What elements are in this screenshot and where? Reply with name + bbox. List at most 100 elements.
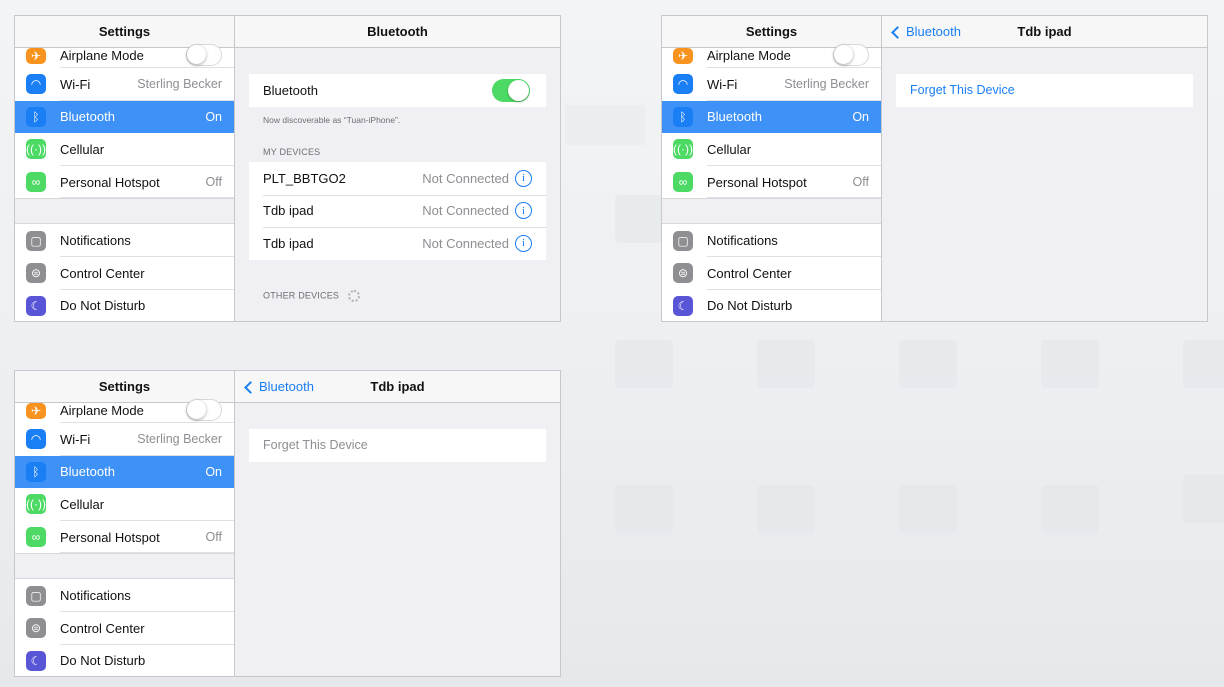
- sidebar-item-wifi[interactable]: ◠ Wi-Fi Sterling Becker: [15, 423, 234, 456]
- sidebar-item-notifications[interactable]: ▢ Notifications: [662, 224, 881, 257]
- device-row[interactable]: PLT_BBTGO2 Not Connected i: [249, 162, 546, 195]
- bluetooth-toggle[interactable]: [492, 78, 530, 102]
- background-folder: [615, 485, 673, 533]
- my-devices-header: MY DEVICES: [263, 147, 321, 157]
- moon-icon: ☾: [26, 650, 46, 671]
- sidebar-item-label: Cellular: [60, 141, 105, 157]
- cellular-icon: ((·)): [26, 139, 46, 160]
- sidebar-item-label: Control Center: [707, 265, 792, 281]
- sidebar-item-value: Off: [205, 175, 222, 190]
- forget-device-card: Forget This Device: [896, 74, 1193, 107]
- info-icon[interactable]: i: [515, 234, 532, 252]
- sidebar-item-personal-hotspot[interactable]: ∞ Personal Hotspot Off: [662, 165, 881, 199]
- airplane-mode-toggle[interactable]: [186, 399, 222, 421]
- wifi-icon: ◠: [673, 74, 693, 95]
- sidebar-item-label: Bluetooth: [60, 464, 115, 480]
- sidebar-item-cellular[interactable]: ((·)) Cellular: [662, 133, 881, 166]
- forget-device-label: Forget This Device: [910, 83, 1015, 98]
- sidebar-item-airplane-mode[interactable]: ✈ Airplane Mode: [662, 44, 881, 68]
- bluetooth-toggle-label: Bluetooth: [263, 82, 318, 98]
- back-button[interactable]: Bluetooth: [890, 16, 961, 48]
- sidebar-item-label: Personal Hotspot: [707, 174, 807, 190]
- sidebar-item-personal-hotspot[interactable]: ∞ Personal Hotspot Off: [15, 520, 234, 554]
- airplane-mode-toggle[interactable]: [833, 44, 869, 66]
- wifi-icon: ◠: [26, 74, 46, 95]
- forget-device-button[interactable]: Forget This Device: [896, 74, 1193, 107]
- sidebar-item-cellular[interactable]: ((·)) Cellular: [15, 133, 234, 166]
- sidebar-item-control-center[interactable]: ⊜ Control Center: [15, 611, 234, 645]
- my-devices-list: PLT_BBTGO2 Not Connected i Tdb ipad Not …: [249, 162, 546, 260]
- sidebar-item-label: Do Not Disturb: [707, 298, 793, 314]
- control-center-icon: ⊜: [26, 618, 46, 639]
- sidebar-section-gap: [15, 553, 234, 580]
- sidebar-item-control-center[interactable]: ⊜ Control Center: [15, 256, 234, 290]
- background-folder: [1041, 340, 1099, 388]
- notifications-icon: ▢: [26, 585, 46, 606]
- sidebar-item-label: Airplane Mode: [707, 47, 791, 63]
- sidebar-item-label: Cellular: [707, 141, 752, 157]
- sidebar-item-label: Airplane Mode: [60, 47, 144, 63]
- sidebar-item-airplane-mode[interactable]: ✈ Airplane Mode: [15, 44, 234, 68]
- cellular-icon: ((·)): [673, 139, 693, 160]
- sidebar-item-label: Bluetooth: [60, 109, 115, 125]
- sidebar-item-personal-hotspot[interactable]: ∞ Personal Hotspot Off: [15, 165, 234, 199]
- detail-navbar: Tdb ipad Bluetooth: [235, 371, 560, 403]
- chevron-left-icon: [244, 380, 257, 394]
- sidebar-section-gap: [15, 198, 234, 225]
- sidebar-item-do-not-disturb[interactable]: ☾ Do Not Disturb: [662, 289, 881, 321]
- sidebar-item-bluetooth[interactable]: ᛒ Bluetooth On: [15, 100, 234, 134]
- settings-panel-device-detail: Settings ✈ Airplane Mode ◠ Wi-Fi Sterlin…: [661, 15, 1208, 322]
- sidebar-item-label: Notifications: [60, 233, 131, 249]
- forget-device-button[interactable]: Forget This Device: [249, 429, 546, 462]
- sidebar-item-airplane-mode[interactable]: ✈ Airplane Mode: [15, 399, 234, 423]
- sidebar-item-bluetooth[interactable]: ᛒ Bluetooth On: [15, 455, 234, 489]
- sidebar-item-notifications[interactable]: ▢ Notifications: [15, 224, 234, 257]
- sidebar-item-label: Airplane Mode: [60, 402, 144, 418]
- sidebar-item-value: Off: [205, 530, 222, 545]
- detail-title: Bluetooth: [367, 24, 428, 39]
- cellular-icon: ((·)): [26, 494, 46, 515]
- sidebar-item-wifi[interactable]: ◠ Wi-Fi Sterling Becker: [662, 68, 881, 101]
- detail-navbar: Bluetooth: [235, 16, 560, 48]
- forget-device-label: Forget This Device: [263, 438, 368, 453]
- background-folder: [899, 485, 957, 533]
- sidebar-item-label: Control Center: [60, 265, 145, 281]
- background-band: [565, 105, 645, 145]
- sidebar-item-do-not-disturb[interactable]: ☾ Do Not Disturb: [15, 644, 234, 676]
- back-button[interactable]: Bluetooth: [243, 371, 314, 403]
- info-icon[interactable]: i: [515, 169, 532, 187]
- sidebar-item-label: Wi-Fi: [707, 76, 738, 92]
- airplane-icon: ✈: [26, 48, 46, 64]
- airplane-mode-toggle[interactable]: [186, 44, 222, 66]
- hotspot-icon: ∞: [26, 527, 46, 548]
- sidebar-item-cellular[interactable]: ((·)) Cellular: [15, 488, 234, 521]
- hotspot-icon: ∞: [26, 172, 46, 193]
- wifi-icon: ◠: [26, 429, 46, 450]
- background-folder: [757, 340, 815, 388]
- sidebar-item-label: Do Not Disturb: [60, 653, 146, 669]
- settings-panel-bluetooth: Settings ✈ Airplane Mode ◠ Wi-Fi Sterlin…: [14, 15, 561, 322]
- airplane-icon: ✈: [26, 403, 46, 419]
- device-row[interactable]: Tdb ipad Not Connected i: [249, 227, 546, 260]
- sidebar-item-do-not-disturb[interactable]: ☾ Do Not Disturb: [15, 289, 234, 321]
- settings-panel-device-detail-pressed: Settings ✈ Airplane Mode ◠ Wi-Fi Sterlin…: [14, 370, 561, 677]
- sidebar-item-control-center[interactable]: ⊜ Control Center: [662, 256, 881, 290]
- chevron-left-icon: [891, 25, 904, 39]
- spinner-icon: [347, 290, 360, 302]
- device-row[interactable]: Tdb ipad Not Connected i: [249, 194, 546, 228]
- notifications-icon: ▢: [26, 230, 46, 251]
- sidebar-item-value: On: [205, 109, 222, 124]
- sidebar-item-label: Wi-Fi: [60, 431, 91, 447]
- sidebar-item-notifications[interactable]: ▢ Notifications: [15, 579, 234, 612]
- control-center-icon: ⊜: [673, 263, 693, 284]
- moon-icon: ☾: [673, 295, 693, 316]
- control-center-icon: ⊜: [26, 263, 46, 284]
- info-icon[interactable]: i: [515, 202, 532, 220]
- settings-sidebar: Settings ✈ Airplane Mode ◠ Wi-Fi Sterlin…: [15, 16, 235, 321]
- sidebar-item-wifi[interactable]: ◠ Wi-Fi Sterling Becker: [15, 68, 234, 101]
- other-devices-label: OTHER DEVICES: [263, 290, 340, 301]
- sidebar-item-label: Personal Hotspot: [60, 529, 160, 545]
- sidebar-item-label: Bluetooth: [707, 109, 762, 125]
- sidebar-item-bluetooth[interactable]: ᛒ Bluetooth On: [662, 100, 881, 134]
- discoverable-note: Now discoverable as “Tuan-iPhone”.: [263, 115, 401, 125]
